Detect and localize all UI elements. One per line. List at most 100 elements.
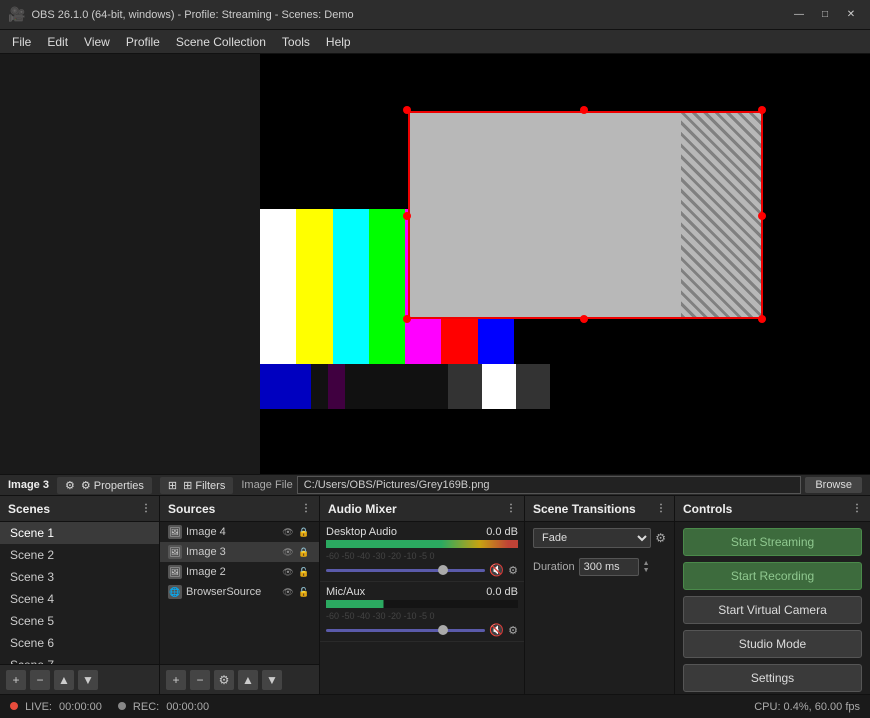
mic-audio-controls: 🔇 ⚙	[326, 623, 518, 637]
move-source-down-button[interactable]: ▼	[262, 670, 282, 690]
menu-help[interactable]: Help	[318, 32, 359, 52]
menu-edit[interactable]: Edit	[39, 32, 76, 52]
source-label-image4: Image 4	[186, 526, 226, 538]
source-settings-button[interactable]: ⚙	[214, 670, 234, 690]
lock-btn-image3[interactable]: 🔒	[297, 545, 311, 559]
desktop-meter-bar	[326, 540, 518, 548]
menu-profile[interactable]: Profile	[118, 32, 168, 52]
menu-tools[interactable]: Tools	[274, 32, 318, 52]
sources-panel-menu-icon[interactable]: ⋮	[301, 503, 311, 514]
scenes-panel-header: Scenes ⋮	[0, 496, 159, 522]
source-item-image2[interactable]: 🖼 Image 2 👁 🔓	[160, 562, 319, 582]
source-bar: Image 3 ⚙ ⚙ Properties ⊞ ⊞ Filters Image…	[0, 474, 870, 496]
filters-button[interactable]: ⊞ ⊞ Filters	[160, 477, 233, 494]
transitions-panel-menu-icon[interactable]: ⋮	[656, 503, 666, 514]
source-item-browsersource[interactable]: 🌐 BrowserSource 👁 🔓	[160, 582, 319, 602]
audio-track-desktop: Desktop Audio 0.0 dB -60 -50 -40 -30 -20…	[320, 522, 524, 582]
transitions-panel: Scene Transitions ⋮ Fade Cut Swipe ⚙ Dur…	[525, 496, 675, 694]
mic-meter-bar	[326, 600, 518, 608]
file-path: C:/Users/OBS/Pictures/Grey169B.png	[297, 476, 802, 494]
properties-button[interactable]: ⚙ ⚙ Properties	[57, 477, 152, 494]
lock-btn-image4[interactable]: 🔒	[297, 525, 311, 539]
handle-ml	[403, 212, 411, 220]
desktop-audio-controls: 🔇 ⚙	[326, 563, 518, 577]
scenes-panel-menu-icon[interactable]: ⋮	[141, 503, 151, 514]
mic-volume-slider[interactable]	[326, 629, 485, 632]
remove-source-button[interactable]: −	[190, 670, 210, 690]
source-icon-image4: 🖼	[168, 525, 182, 539]
audio-track-mic-header: Mic/Aux 0.0 dB	[326, 586, 518, 598]
transition-gear-icon[interactable]: ⚙	[655, 531, 666, 545]
transition-type-select[interactable]: Fade Cut Swipe	[533, 528, 651, 548]
audio-panel-header: Audio Mixer ⋮	[320, 496, 524, 522]
minimize-button[interactable]: —	[788, 4, 810, 26]
selected-source-image	[408, 111, 763, 319]
remove-scene-button[interactable]: −	[30, 670, 50, 690]
audio-track-desktop-header: Desktop Audio 0.0 dB	[326, 526, 518, 538]
duration-input[interactable]	[579, 558, 639, 576]
lock-btn-image2[interactable]: 🔓	[297, 565, 311, 579]
settings-button[interactable]: Settings	[683, 664, 862, 692]
duration-down-arrow[interactable]: ▼	[643, 567, 650, 574]
move-scene-down-button[interactable]: ▼	[78, 670, 98, 690]
controls-panel: Controls ⋮ Start Streaming Start Recordi…	[675, 496, 870, 694]
controls-panel-menu-icon[interactable]: ⋮	[852, 503, 862, 514]
cb2-black1	[311, 364, 328, 409]
visibility-btn-image3[interactable]: 👁	[281, 545, 295, 559]
mic-audio-meter	[326, 600, 518, 608]
desktop-mute-icon[interactable]: 🔇	[489, 563, 504, 577]
scene-item-6[interactable]: Scene 6	[0, 632, 159, 654]
bars-bottom-black	[260, 414, 550, 474]
source-item-image3[interactable]: 🖼 Image 3 👁 🔒	[160, 542, 319, 562]
scene-item-1[interactable]: Scene 1	[0, 522, 159, 544]
desktop-volume-slider[interactable]	[326, 569, 485, 572]
source-icon-browser: 🌐	[168, 585, 182, 599]
scene-list: Scene 1 Scene 2 Scene 3 Scene 4 Scene 5 …	[0, 522, 159, 664]
source-controls-image2: 👁 🔓	[281, 565, 311, 579]
audio-panel-menu-icon[interactable]: ⋮	[506, 503, 516, 514]
menu-file[interactable]: File	[4, 32, 39, 52]
source-icon-image2: 🖼	[168, 565, 182, 579]
mic-mute-icon[interactable]: 🔇	[489, 623, 504, 637]
sources-panel-header: Sources ⋮	[160, 496, 319, 522]
scene-item-7[interactable]: Scene 7	[0, 654, 159, 664]
visibility-btn-browser[interactable]: 👁	[281, 585, 295, 599]
start-streaming-button[interactable]: Start Streaming	[683, 528, 862, 556]
start-virtual-camera-button[interactable]: Start Virtual Camera	[683, 596, 862, 624]
visibility-btn-image4[interactable]: 👁	[281, 525, 295, 539]
bottom-panels: Scenes ⋮ Scene 1 Scene 2 Scene 3 Scene 4…	[0, 496, 870, 694]
maximize-button[interactable]: □	[814, 4, 836, 26]
window-title: OBS 26.1.0 (64-bit, windows) - Profile: …	[31, 9, 788, 21]
sources-panel-footer: + − ⚙ ▲ ▼	[160, 664, 319, 694]
scene-item-3[interactable]: Scene 3	[0, 566, 159, 588]
studio-mode-button[interactable]: Studio Mode	[683, 630, 862, 658]
source-item-image4[interactable]: 🖼 Image 4 👁 🔒	[160, 522, 319, 542]
scene-item-2[interactable]: Scene 2	[0, 544, 159, 566]
scene-item-5[interactable]: Scene 5	[0, 610, 159, 632]
audio-panel: Audio Mixer ⋮ Desktop Audio 0.0 dB -60 -…	[320, 496, 525, 694]
color-bars-bottom	[260, 364, 550, 409]
menu-view[interactable]: View	[76, 32, 118, 52]
move-source-up-button[interactable]: ▲	[238, 670, 258, 690]
cb2-grey2	[516, 364, 550, 409]
desktop-audio-label: Desktop Audio	[326, 526, 397, 538]
add-scene-button[interactable]: +	[6, 670, 26, 690]
duration-up-arrow[interactable]: ▲	[643, 560, 650, 567]
start-recording-button[interactable]: Start Recording	[683, 562, 862, 590]
mic-audio-label: Mic/Aux	[326, 586, 365, 598]
menu-scene-collection[interactable]: Scene Collection	[168, 32, 274, 52]
move-scene-up-button[interactable]: ▲	[54, 670, 74, 690]
mic-settings-icon[interactable]: ⚙	[508, 624, 518, 637]
lock-btn-browser[interactable]: 🔓	[297, 585, 311, 599]
browse-button[interactable]: Browse	[805, 477, 862, 493]
close-button[interactable]: ✕	[840, 4, 862, 26]
desktop-settings-icon[interactable]: ⚙	[508, 564, 518, 577]
cb2-blue	[260, 364, 311, 409]
add-source-button[interactable]: +	[166, 670, 186, 690]
statusbar: LIVE: 00:00:00 REC: 00:00:00 CPU: 0.4%, …	[0, 694, 870, 718]
live-dot	[10, 702, 18, 710]
source-controls-image4: 👁 🔒	[281, 525, 311, 539]
scene-item-4[interactable]: Scene 4	[0, 588, 159, 610]
visibility-btn-image2[interactable]: 👁	[281, 565, 295, 579]
handle-tc	[580, 106, 588, 114]
